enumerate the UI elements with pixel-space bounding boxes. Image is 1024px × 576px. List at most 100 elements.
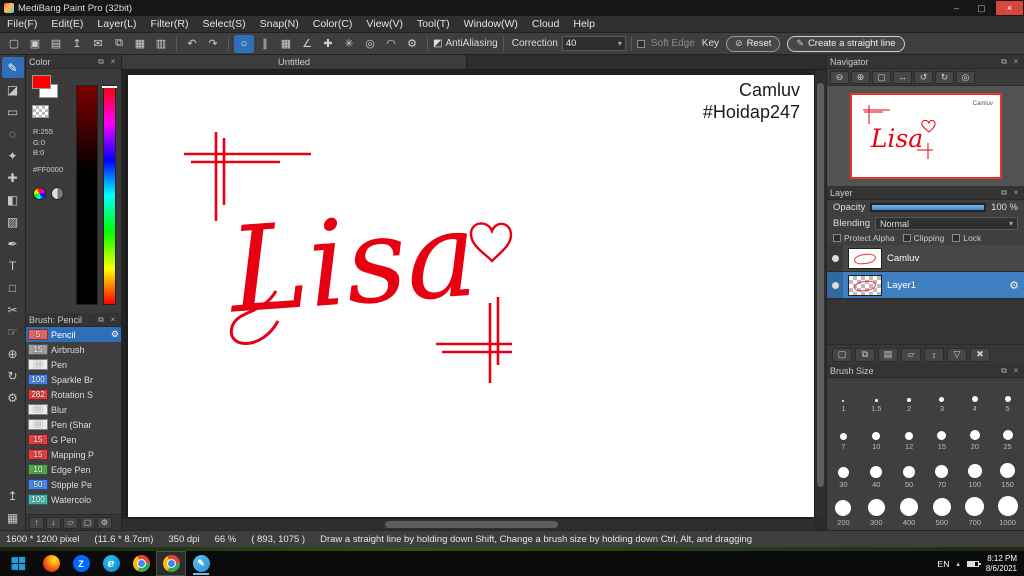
snap-cross-icon[interactable]: ✚ (318, 35, 338, 53)
taskbar-app-zalo[interactable]: Z (66, 551, 96, 576)
save-icon[interactable]: ▣ (25, 35, 45, 53)
menu-item[interactable]: Layer(L) (90, 16, 143, 32)
color-palette-toggle-icon[interactable] (51, 187, 64, 200)
brush-size-option[interactable]: 25 (991, 416, 1024, 454)
undo-icon[interactable]: ↶ (182, 35, 202, 53)
language-indicator[interactable]: EN (938, 559, 950, 569)
nav-fit-icon[interactable]: ▢ (872, 71, 891, 84)
drawing-canvas[interactable]: Lisa Camluv #Hoidap247 (128, 75, 814, 517)
brush-up-icon[interactable]: ↑ (29, 517, 44, 529)
nav-zoom-out-icon[interactable]: ⊖ (830, 71, 849, 84)
brush-size-option[interactable]: 1000 (991, 492, 1024, 530)
material-icon[interactable]: ▥ (151, 35, 171, 53)
brush-list-item[interactable]: 15 G Pen (26, 432, 121, 447)
close-icon[interactable]: × (1011, 188, 1021, 197)
eyedropper-tool-icon[interactable]: ✒ (2, 233, 24, 254)
layer-visibility-toggle[interactable] (827, 272, 843, 298)
layer-option-checkbox[interactable]: Protect Alpha (833, 233, 895, 243)
layer-row[interactable]: Camluv (827, 245, 1024, 272)
vertical-scrollbar[interactable] (814, 70, 826, 518)
toolstrip-up-icon[interactable]: ↥ (2, 485, 24, 506)
vertical-scrollbar-thumb[interactable] (817, 83, 824, 486)
brush-tool-icon[interactable]: ✎ (2, 57, 24, 78)
brush-size-option[interactable]: 200 (827, 492, 860, 530)
close-icon[interactable]: × (108, 315, 118, 324)
battery-icon[interactable] (967, 561, 979, 567)
layer-settings-icon[interactable]: ⚙ (1009, 279, 1019, 292)
brush-size-option[interactable]: 150 (991, 454, 1024, 492)
menu-item[interactable]: View(V) (359, 16, 410, 32)
hue-slider[interactable] (103, 85, 116, 305)
bucket-tool-icon[interactable]: ◧ (2, 189, 24, 210)
brush-size-option[interactable]: 30 (827, 454, 860, 492)
select-tool-icon[interactable]: ▭ (2, 101, 24, 122)
taskbar-clock[interactable]: 8:12 PM 8/6/2021 (986, 554, 1017, 574)
menu-item[interactable]: Tool(T) (410, 16, 457, 32)
taskbar-app-chrome[interactable] (126, 551, 156, 576)
menu-item[interactable]: Filter(R) (144, 16, 196, 32)
eraser-tool-icon[interactable]: ◪ (2, 79, 24, 100)
brush-list-item[interactable]: 15 Mapping P (26, 447, 121, 462)
layer-updown-icon[interactable]: ↕ (924, 348, 944, 362)
brush-size-option[interactable]: 300 (860, 492, 893, 530)
menu-item[interactable]: Help (566, 16, 602, 32)
snap-grid-icon[interactable]: ▦ (276, 35, 296, 53)
layer-duplicate-icon[interactable]: ⧉ (855, 348, 875, 362)
redo-icon[interactable]: ↷ (203, 35, 223, 53)
brush-down-icon[interactable]: ↓ (46, 517, 61, 529)
navigator-thumbnail[interactable]: Lisa Camluv (850, 93, 1002, 179)
comment-icon[interactable]: ✉ (88, 35, 108, 53)
brush-size-option[interactable]: 20 (958, 416, 991, 454)
grid-icon[interactable]: ▦ (130, 35, 150, 53)
magic-wand-tool-icon[interactable]: ✦ (2, 145, 24, 166)
popout-icon[interactable]: ⧉ (999, 188, 1009, 198)
menu-item[interactable]: Snap(N) (253, 16, 306, 32)
horizontal-scrollbar[interactable] (122, 518, 814, 530)
popout-icon[interactable]: ⧉ (96, 315, 106, 325)
brush-size-option[interactable]: 15 (925, 416, 958, 454)
layer-row[interactable]: Layer1 ⚙ (827, 272, 1024, 299)
brush-size-option[interactable]: 2 (893, 378, 926, 416)
divide-tool-icon[interactable]: ✂ (2, 299, 24, 320)
layer-option-checkbox[interactable]: Lock (952, 233, 981, 243)
brush-settings-icon[interactable]: ⚙ (111, 329, 119, 340)
snap-settings-icon[interactable]: ⚙ (402, 35, 422, 53)
tray-chevron-icon[interactable]: ▴ (956, 560, 960, 568)
brush-folder-icon[interactable]: ▱ (63, 517, 78, 529)
brush-size-option[interactable]: 100 (958, 454, 991, 492)
rotate-canvas-tool-icon[interactable]: ↻ (2, 365, 24, 386)
brush-size-option[interactable]: 4 (958, 378, 991, 416)
brush-size-option[interactable]: 1 (827, 378, 860, 416)
toolstrip-dock-icon[interactable]: ▦ (2, 507, 24, 528)
zoom-tool-icon[interactable]: ⊕ (2, 343, 24, 364)
brush-add-icon[interactable]: ▢ (80, 517, 95, 529)
soft-edge-toggle[interactable]: Soft Edge (637, 38, 698, 49)
menu-item[interactable]: Color(C) (306, 16, 360, 32)
horizontal-scrollbar-thumb[interactable] (385, 521, 558, 528)
popout-icon[interactable]: ⧉ (999, 366, 1009, 376)
shape-tool-icon[interactable]: □ (2, 277, 24, 298)
brush-list-item[interactable]: 282 Rotation S (26, 387, 121, 402)
gradient-tool-icon[interactable]: ▨ (2, 211, 24, 232)
opacity-slider[interactable] (870, 203, 986, 212)
menu-item[interactable]: Edit(E) (44, 16, 90, 32)
layer-transfer-icon[interactable]: ▤ (878, 348, 898, 362)
nav-rotate-right-icon[interactable]: ↻ (935, 71, 954, 84)
brush-list-item[interactable]: 10 Edge Pen (26, 462, 121, 477)
layer-add-icon[interactable]: ▢ (832, 348, 852, 362)
brush-list-item[interactable]: 100 Watercolo (26, 492, 121, 507)
maximize-button[interactable]: ▢ (971, 1, 992, 15)
snap-radial-icon[interactable]: ✳ (339, 35, 359, 53)
close-button[interactable]: × (996, 1, 1023, 15)
brush-size-option[interactable]: 12 (893, 416, 926, 454)
brush-size-option[interactable]: 500 (925, 492, 958, 530)
brush-list-item[interactable]: 50 Blur (26, 402, 121, 417)
correction-select[interactable]: 40 ▾ (562, 36, 626, 51)
open-icon[interactable]: ▤ (46, 35, 66, 53)
brush-size-option[interactable]: 50 (893, 454, 926, 492)
start-button[interactable] (0, 551, 36, 576)
new-canvas-icon[interactable]: ▢ (4, 35, 24, 53)
brush-size-option[interactable]: 700 (958, 492, 991, 530)
snap-ellipse-icon[interactable]: ○ (234, 35, 254, 53)
brush-size-option[interactable]: 1.5 (860, 378, 893, 416)
